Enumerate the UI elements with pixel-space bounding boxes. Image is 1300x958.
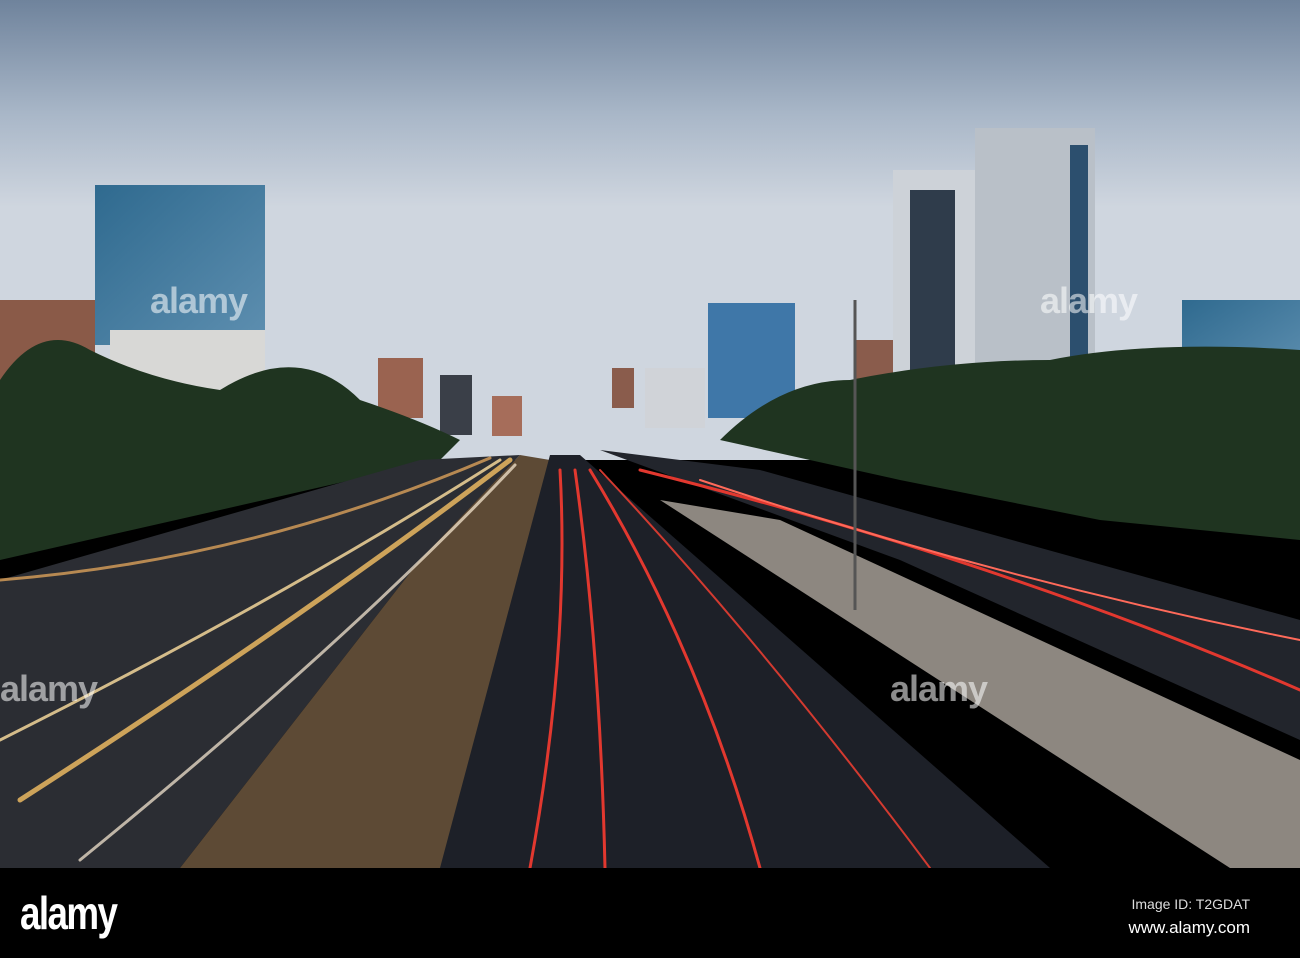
alamy-logo: alamy <box>20 887 118 939</box>
watermark: alamy <box>890 668 988 709</box>
watermark: alamy <box>0 668 98 709</box>
watermark: alamy <box>150 280 248 321</box>
stock-photo-frame: alamy alamy alamy alamy alamy Image ID: … <box>0 0 1300 958</box>
image-id: Image ID: T2GDAT <box>1131 896 1250 912</box>
footer-bar: alamy Image ID: T2GDAT www.alamy.com <box>0 868 1300 958</box>
highway-photo <box>0 0 1300 868</box>
watermark: alamy <box>1040 280 1138 321</box>
site-url: www.alamy.com <box>1128 918 1250 937</box>
